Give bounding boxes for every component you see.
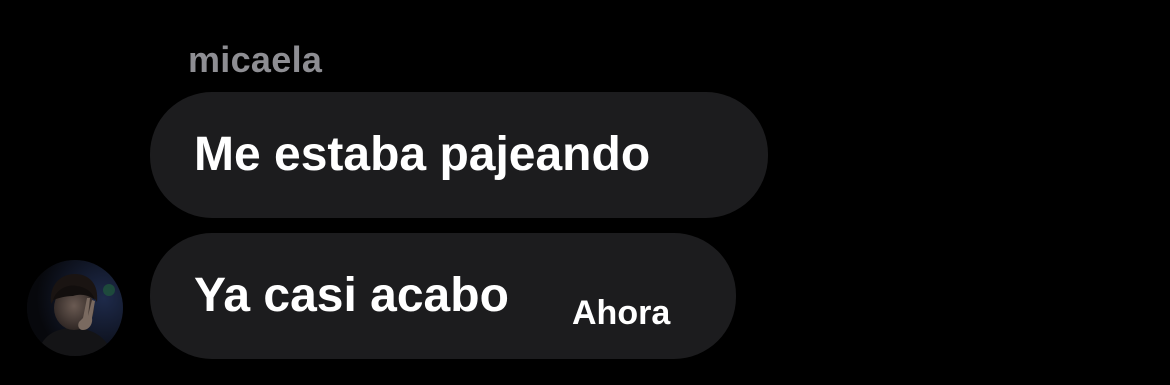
message-text: Ya casi acabo bbox=[194, 269, 509, 322]
message-bubble[interactable]: Ya casi acabo Ahora bbox=[150, 233, 736, 359]
user-avatar-photo-icon bbox=[27, 260, 123, 356]
sender-name: micaela bbox=[188, 39, 323, 80]
avatar[interactable] bbox=[27, 260, 123, 356]
message-text: Me estaba pajeando bbox=[194, 128, 651, 181]
message-timestamp: Ahora bbox=[572, 294, 671, 332]
message-bubble[interactable]: Me estaba pajeando bbox=[150, 92, 768, 218]
